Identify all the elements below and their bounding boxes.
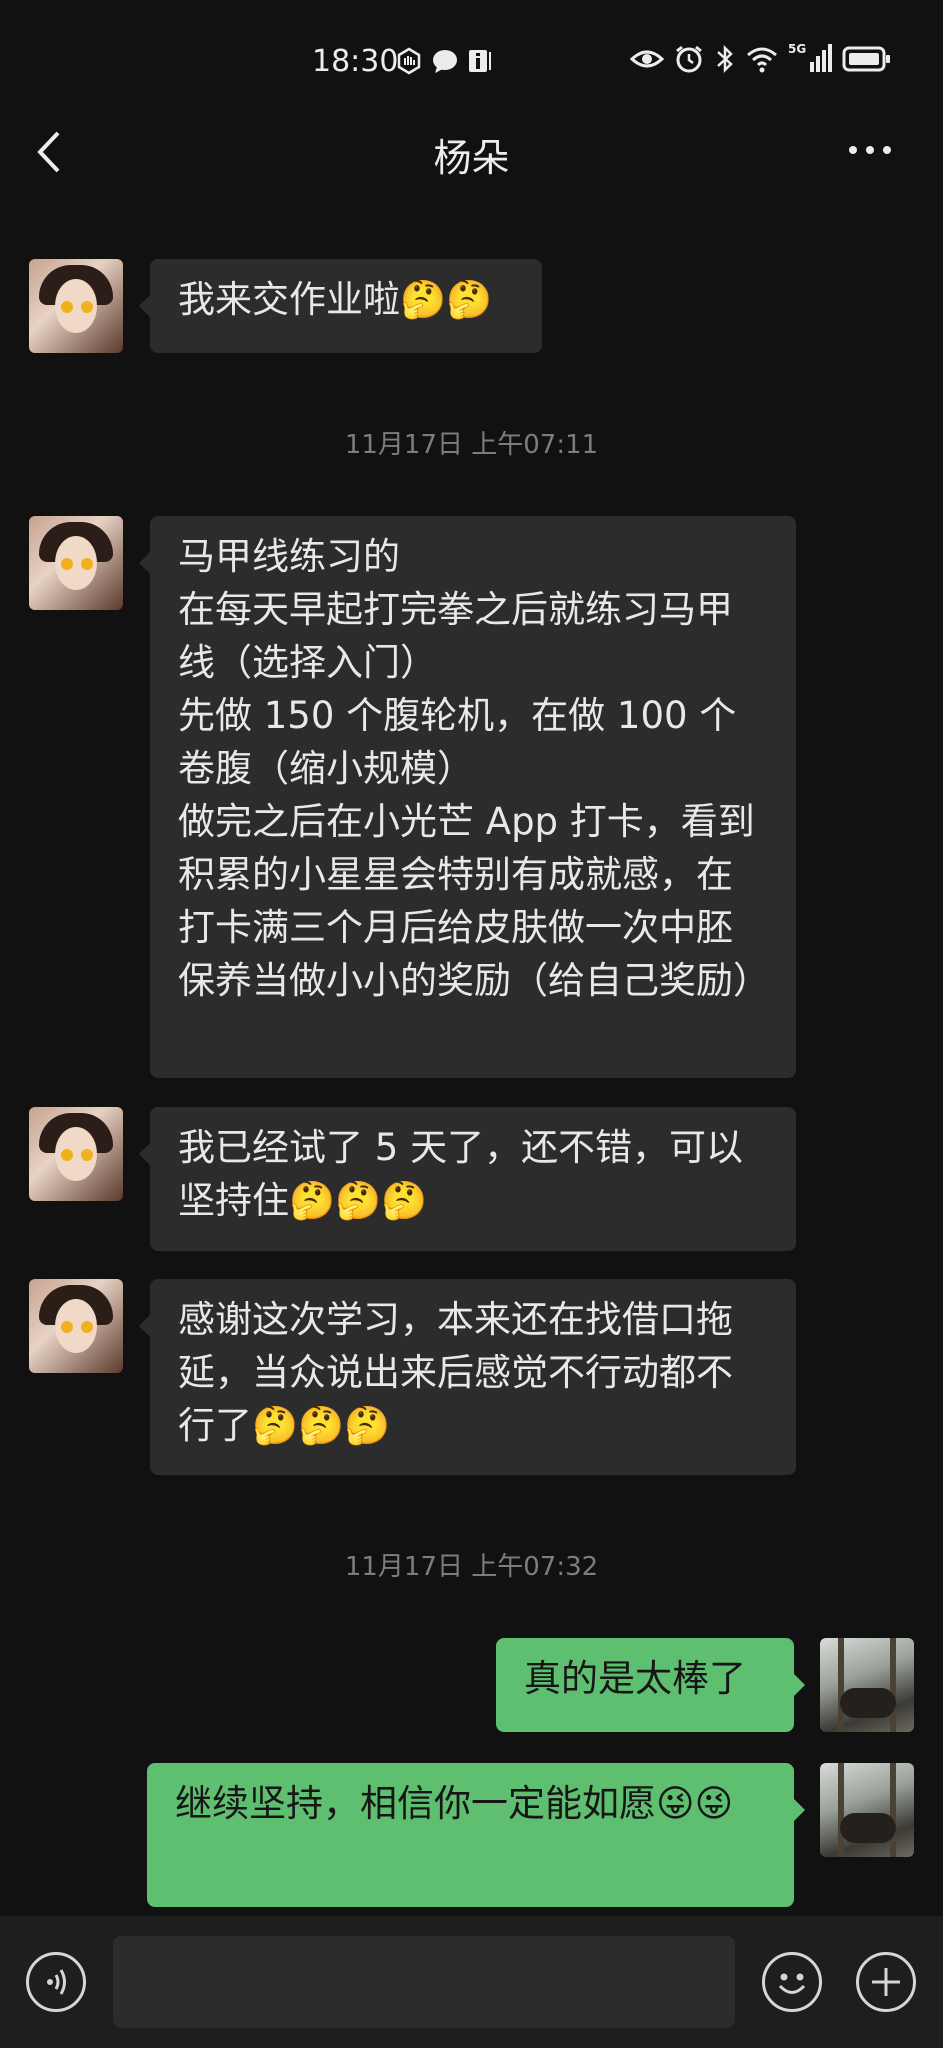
- info-icon: [469, 50, 491, 72]
- message-bubble-received[interactable]: 我已经试了 5 天了，还不错，可以坚持住🤔🤔🤔: [150, 1107, 796, 1251]
- hand-icon: [397, 47, 421, 75]
- battery-icon: [842, 46, 890, 72]
- message-bubble-sent[interactable]: 继续坚持，相信你一定能如愿😜😜: [147, 1763, 794, 1907]
- eye-icon: [630, 50, 664, 68]
- contact-avatar[interactable]: [29, 516, 123, 610]
- alarm-icon: [676, 45, 702, 73]
- emoji-button[interactable]: [762, 1952, 822, 2012]
- more-dot-icon: [866, 146, 874, 154]
- message-timestamp: 11月17日 上午07:11: [344, 430, 599, 460]
- bubble-tail: [139, 552, 150, 574]
- plus-icon: [872, 1968, 900, 1996]
- bluetooth-icon: [717, 44, 733, 74]
- bubble-tail: [139, 1143, 150, 1165]
- smiley-icon: [778, 1973, 806, 1994]
- status-bar: 18:30 5G: [0, 0, 943, 130]
- bubble-tail: [794, 1799, 805, 1821]
- contact-avatar[interactable]: [29, 1279, 123, 1373]
- message-icon: [433, 50, 457, 73]
- voice-button[interactable]: [26, 1952, 86, 2012]
- more-options-button[interactable]: [849, 135, 903, 165]
- message-bubble-received[interactable]: 马甲线练习的 在每天早起打完拳之后就练习马甲线（选择入门） 先做 150 个腹轮…: [150, 516, 796, 1078]
- my-avatar[interactable]: [820, 1763, 914, 1857]
- message-bubble-received[interactable]: 我来交作业啦🤔🤔: [150, 259, 542, 353]
- chat-header: 杨朵: [0, 115, 943, 185]
- bubble-tail: [139, 295, 150, 317]
- more-dot-icon: [883, 146, 891, 154]
- contact-avatar[interactable]: [29, 1107, 123, 1201]
- message-timestamp: 11月17日 上午07:32: [344, 1552, 599, 1582]
- status-time: 18:30: [312, 44, 399, 79]
- bubble-tail: [794, 1674, 805, 1696]
- add-button[interactable]: [856, 1952, 916, 2012]
- system-icons: 5G: [630, 42, 892, 74]
- input-bar: [0, 1916, 943, 2048]
- contact-avatar[interactable]: [29, 259, 123, 353]
- message-input[interactable]: [113, 1936, 735, 2028]
- wifi-icon: [747, 47, 777, 73]
- signal-icon: 5G: [788, 42, 832, 74]
- voice-icon: [47, 1969, 66, 1995]
- message-bubble-received[interactable]: 感谢这次学习，本来还在找借口拖延，当众说出来后感觉不行动都不行了🤔🤔🤔: [150, 1279, 796, 1475]
- my-avatar[interactable]: [820, 1638, 914, 1732]
- chat-title: 杨朵: [433, 136, 510, 180]
- bubble-tail: [139, 1315, 150, 1337]
- notification-icons: [395, 47, 493, 75]
- message-bubble-sent[interactable]: 真的是太棒了: [496, 1638, 794, 1732]
- more-dot-icon: [849, 146, 857, 154]
